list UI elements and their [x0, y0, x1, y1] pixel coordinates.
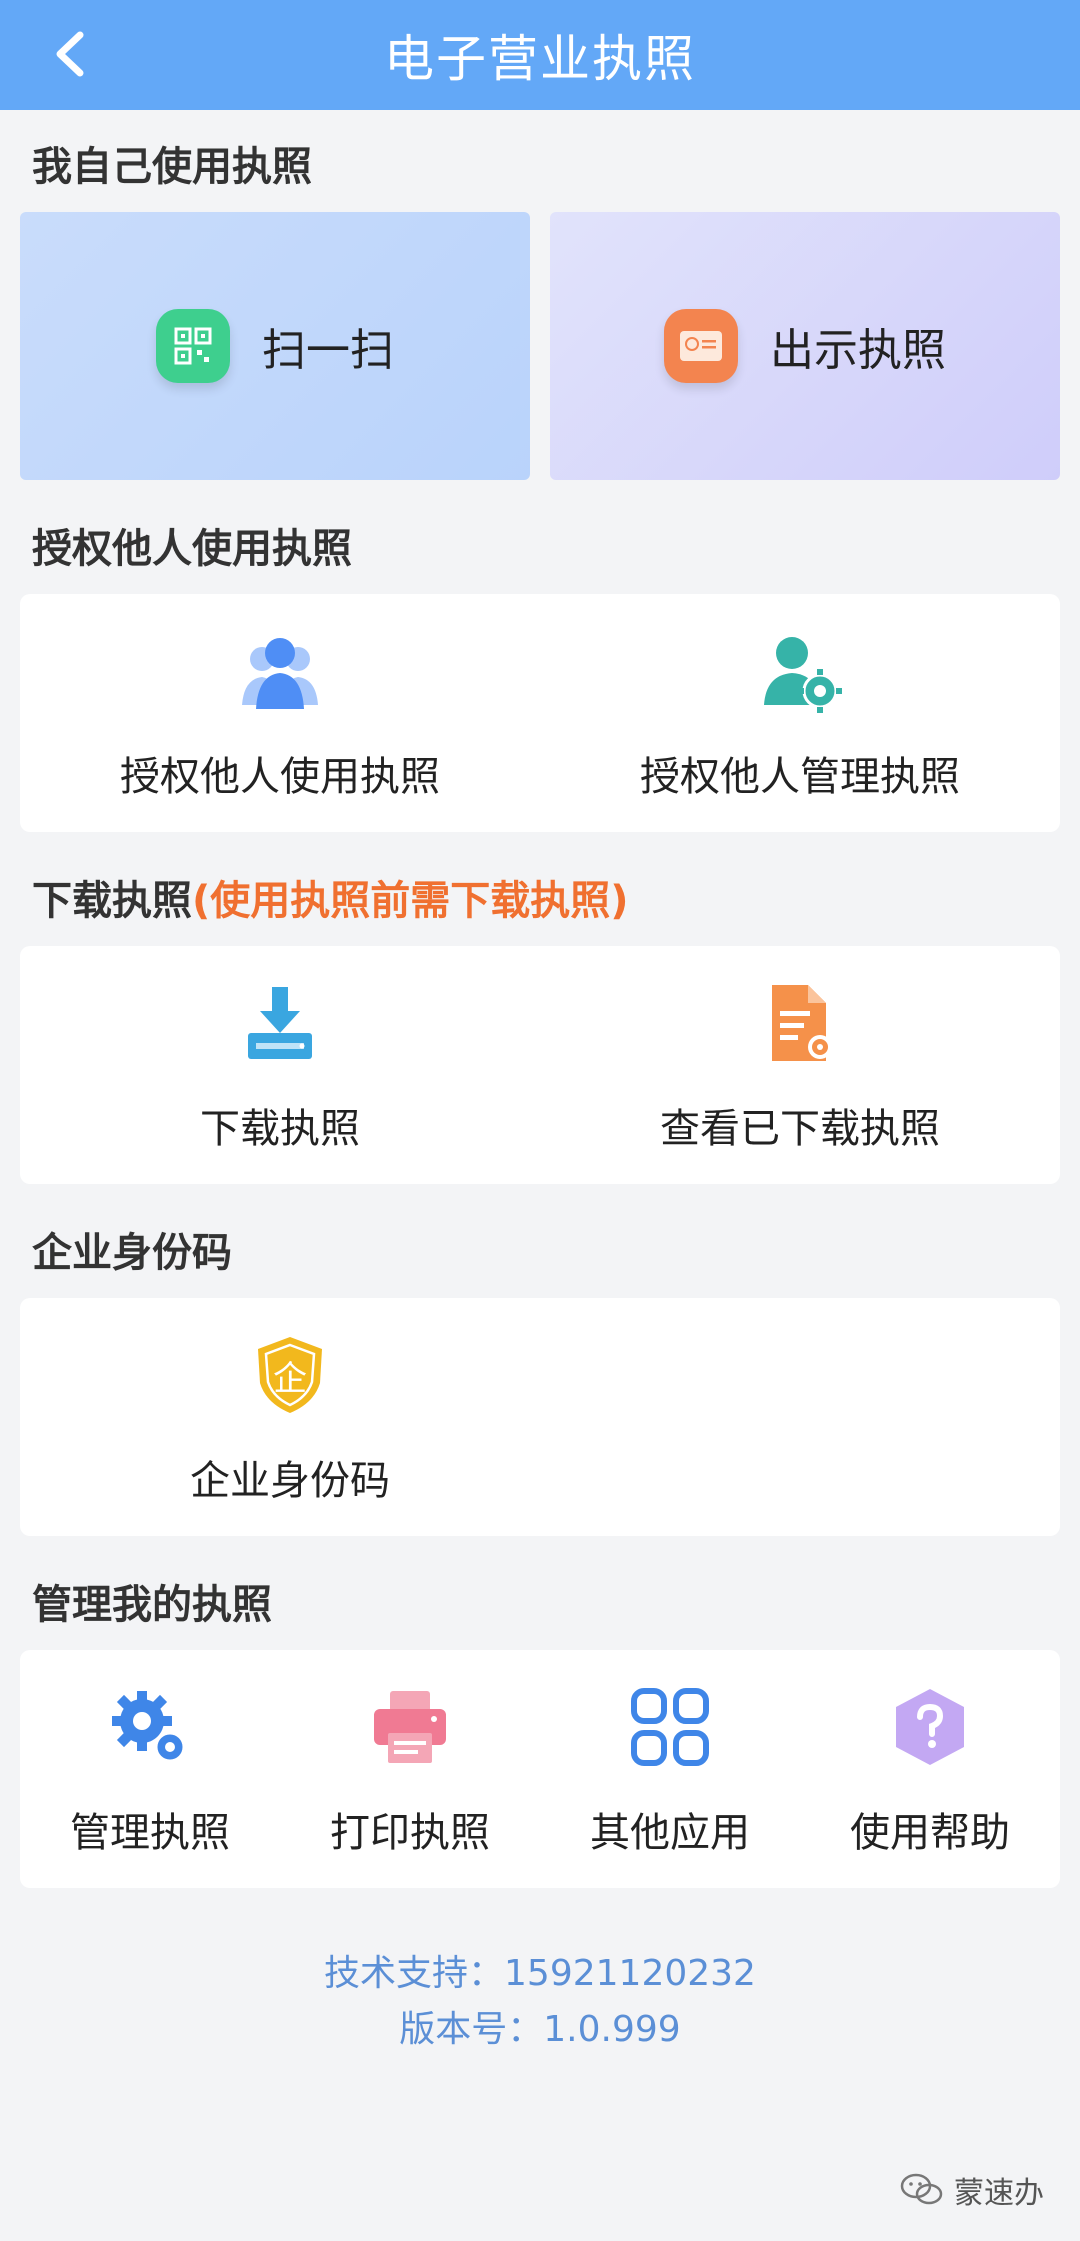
apps-grid-icon	[625, 1682, 715, 1772]
download-section-label: 下载执照	[32, 878, 192, 924]
qr-scan-icon	[156, 309, 230, 383]
manage-card: 管理执照 打印执照 其他应用 使用帮助	[20, 1650, 1060, 1888]
section-title-self-use: 我自己使用执照	[32, 144, 312, 190]
user-settings-icon	[755, 626, 845, 716]
users-icon	[235, 626, 325, 716]
section-title-authorize: 授权他人使用执照	[32, 526, 352, 572]
section-title-enterprise-id: 企业身份码	[32, 1230, 232, 1276]
download-hint: (使用执照前需下载执照)	[192, 878, 629, 924]
view-downloaded-button[interactable]: 查看已下载执照	[540, 946, 1060, 1184]
download-card: 下载执照 查看已下载执照	[20, 946, 1060, 1184]
enterprise-id-label: 企业身份码	[190, 1458, 390, 1504]
help-icon	[885, 1682, 975, 1772]
scan-button[interactable]: 扫一扫	[20, 212, 530, 480]
enterprise-id-button[interactable]: 企 企业身份码	[20, 1298, 560, 1536]
authorize-card: 授权他人使用执照 授权他人管理执照	[20, 594, 1060, 832]
document-view-icon	[755, 978, 845, 1068]
wechat-icon	[900, 2173, 943, 2205]
page-title: 电子营业执照	[384, 30, 696, 88]
chevron-left-icon	[56, 31, 84, 77]
download-icon	[235, 978, 325, 1068]
show-license-button[interactable]: 出示执照	[550, 212, 1060, 480]
print-license-label: 打印执照	[330, 1810, 490, 1856]
enterprise-shield-icon: 企	[245, 1330, 335, 1420]
back-button[interactable]	[40, 24, 100, 84]
section-title-manage: 管理我的执照	[32, 1582, 272, 1628]
print-license-button[interactable]: 打印执照	[280, 1650, 540, 1888]
printer-icon	[365, 1682, 455, 1772]
manage-license-button[interactable]: 管理执照	[20, 1650, 280, 1888]
watermark-text: 蒙速办	[954, 2176, 1044, 2211]
enterprise-badge-char: 企	[273, 1358, 307, 1399]
show-license-label: 出示执照	[770, 325, 946, 376]
authorize-use-label: 授权他人使用执照	[120, 754, 440, 800]
help-label: 使用帮助	[850, 1810, 1010, 1856]
section-title-download: 下载执照(使用执照前需下载执照)	[32, 868, 629, 926]
download-license-button[interactable]: 下载执照	[20, 946, 540, 1184]
tech-support-text: 技术支持：15921120232	[324, 1953, 756, 1994]
manage-license-label: 管理执照	[70, 1810, 230, 1856]
gear-icon	[105, 1682, 195, 1772]
other-apps-button[interactable]: 其他应用	[540, 1650, 800, 1888]
authorize-use-button[interactable]: 授权他人使用执照	[20, 594, 540, 832]
version-text: 版本号：1.0.999	[399, 2009, 681, 2050]
authorize-manage-label: 授权他人管理执照	[640, 754, 960, 800]
scan-label: 扫一扫	[262, 325, 394, 376]
view-downloaded-label: 查看已下载执照	[660, 1106, 940, 1152]
authorize-manage-button[interactable]: 授权他人管理执照	[540, 594, 1060, 832]
other-apps-label: 其他应用	[590, 1810, 750, 1856]
enterprise-id-card: 企 企业身份码	[20, 1298, 1060, 1536]
top-bar: 电子营业执照	[0, 0, 1080, 110]
help-button[interactable]: 使用帮助	[800, 1650, 1060, 1888]
download-license-label: 下载执照	[200, 1106, 360, 1152]
watermark: 蒙速办	[900, 2168, 1044, 2212]
license-card-icon	[664, 309, 738, 383]
